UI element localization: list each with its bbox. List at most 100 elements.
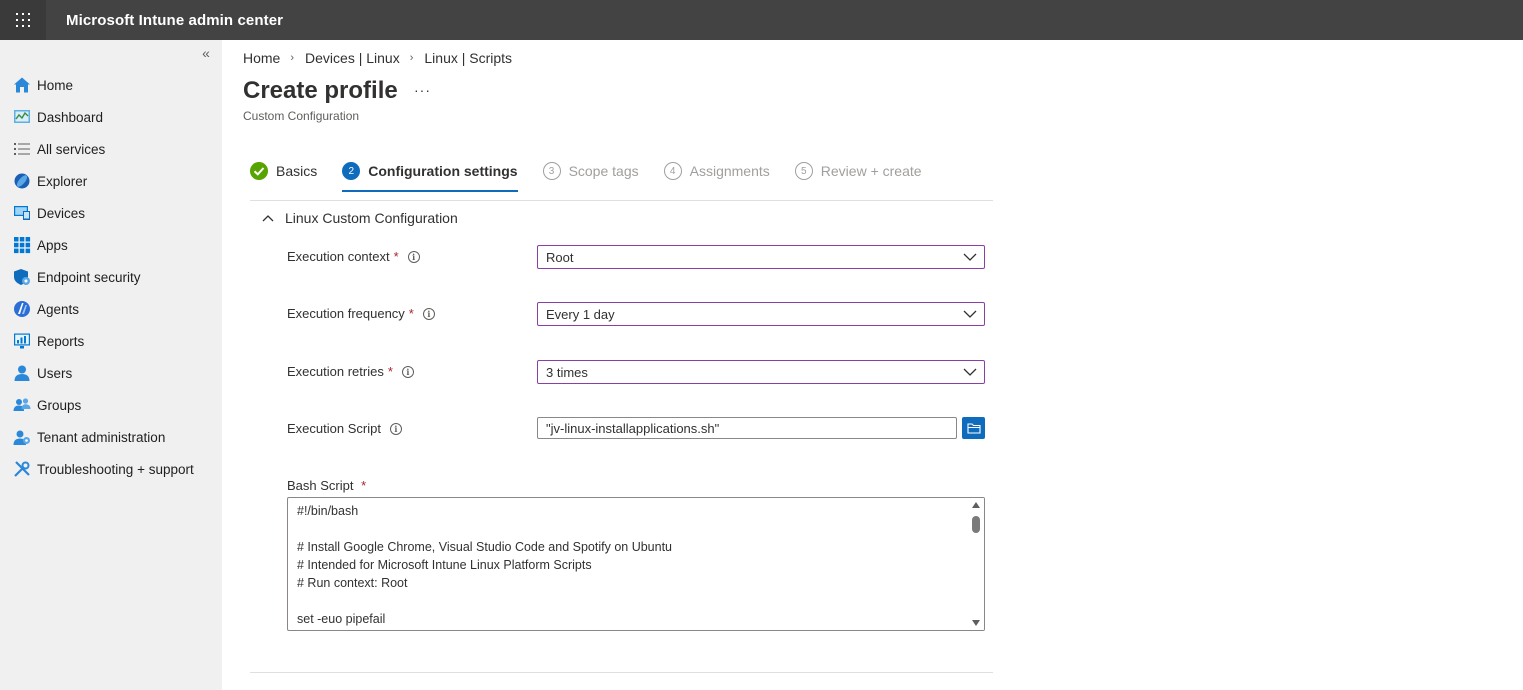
chevron-right-icon: › bbox=[290, 52, 295, 64]
input-value: "jv-linux-installapplications.sh" bbox=[546, 420, 720, 436]
sidebar-item-label: Users bbox=[37, 365, 73, 381]
dropdown-value: Root bbox=[546, 249, 574, 265]
info-icon[interactable]: i bbox=[422, 307, 435, 320]
breadcrumb-home[interactable]: Home bbox=[243, 50, 280, 66]
sidebar-item-apps[interactable]: Apps bbox=[0, 229, 222, 261]
scroll-up-icon[interactable] bbox=[972, 502, 980, 508]
chevron-down-icon bbox=[963, 310, 977, 318]
sidebar-item-label: All services bbox=[37, 141, 106, 157]
tab-basics[interactable]: Basics bbox=[250, 158, 317, 184]
collapse-sidebar-button[interactable]: « bbox=[198, 46, 214, 62]
page-title: Create profile bbox=[243, 77, 398, 104]
section-toggle-linux-custom-configuration[interactable]: Linux Custom Configuration bbox=[262, 210, 458, 226]
bash-script-content[interactable]: #!/bin/bash # Install Google Chrome, Vis… bbox=[297, 502, 672, 628]
field-label-text: Execution retries bbox=[287, 364, 384, 379]
tab-review-create[interactable]: 5 Review + create bbox=[794, 158, 922, 184]
sidebar-item-groups[interactable]: Groups bbox=[0, 389, 222, 421]
tab-configuration-settings[interactable]: 2 Configuration settings bbox=[342, 158, 518, 192]
step-number: 5 bbox=[794, 162, 813, 180]
tab-scope-tags[interactable]: 3 Scope tags bbox=[542, 158, 639, 184]
sidebar-item-home[interactable]: Home bbox=[0, 69, 222, 101]
sidebar-item-tenant-administration[interactable]: Tenant administration bbox=[0, 421, 222, 453]
sidebar-item-label: Endpoint security bbox=[37, 269, 141, 285]
step-number: 4 bbox=[663, 162, 682, 180]
sidebar-item-devices[interactable]: Devices bbox=[0, 197, 222, 229]
step-number: 2 bbox=[342, 162, 361, 180]
breadcrumb: Home › Devices | Linux › Linux | Scripts bbox=[243, 50, 512, 66]
step-label: Scope tags bbox=[568, 163, 639, 179]
required-marker: * bbox=[361, 478, 367, 493]
step-number: 3 bbox=[542, 162, 561, 180]
info-icon[interactable]: i bbox=[407, 250, 420, 263]
sidebar-nav: Home Dashboard All services Explorer Dev… bbox=[0, 69, 222, 485]
main-content: Home › Devices | Linux › Linux | Scripts… bbox=[222, 40, 1523, 690]
execution-retries-dropdown[interactable]: 3 times bbox=[537, 360, 985, 384]
sidebar: « Home Dashboard All services Explorer D… bbox=[0, 40, 222, 690]
list-icon bbox=[12, 139, 32, 159]
sidebar-item-agents[interactable]: Agents bbox=[0, 293, 222, 325]
sidebar-item-label: Agents bbox=[37, 301, 80, 317]
execution-retries-label: Execution retries * i bbox=[287, 364, 414, 379]
dropdown-value: 3 times bbox=[546, 364, 588, 380]
sidebar-item-label: Dashboard bbox=[37, 109, 104, 125]
divider bbox=[250, 672, 993, 673]
groups-icon bbox=[12, 395, 32, 415]
scroll-down-icon[interactable] bbox=[972, 620, 980, 626]
agents-icon bbox=[12, 299, 32, 319]
sidebar-item-all-services[interactable]: All services bbox=[0, 133, 222, 165]
execution-context-dropdown[interactable]: Root bbox=[537, 245, 985, 269]
sidebar-item-label: Devices bbox=[37, 205, 86, 221]
chevron-right-icon: › bbox=[409, 52, 414, 64]
scrollbar-thumb[interactable] bbox=[972, 516, 980, 533]
bash-script-label: Bash Script * bbox=[287, 478, 366, 493]
check-circle-icon bbox=[250, 162, 268, 180]
step-label: Configuration settings bbox=[368, 163, 518, 179]
app-title[interactable]: Microsoft Intune admin center bbox=[66, 12, 283, 29]
sidebar-item-label: Apps bbox=[37, 237, 68, 253]
field-label-text: Execution context bbox=[287, 249, 390, 264]
chevron-up-icon bbox=[262, 215, 274, 222]
step-label: Basics bbox=[276, 163, 318, 179]
sidebar-item-dashboard[interactable]: Dashboard bbox=[0, 101, 222, 133]
breadcrumb-devices-linux[interactable]: Devices | Linux bbox=[305, 50, 400, 66]
apps-icon bbox=[12, 235, 32, 255]
devices-icon bbox=[12, 203, 32, 223]
execution-frequency-dropdown[interactable]: Every 1 day bbox=[537, 302, 985, 326]
section-title: Linux Custom Configuration bbox=[285, 210, 458, 226]
scrollbar[interactable] bbox=[968, 498, 984, 630]
sidebar-item-label: Explorer bbox=[37, 173, 88, 189]
sidebar-item-explorer[interactable]: Explorer bbox=[0, 165, 222, 197]
sidebar-item-users[interactable]: Users bbox=[0, 357, 222, 389]
shield-icon bbox=[12, 267, 32, 287]
user-icon bbox=[12, 363, 32, 383]
field-label-text: Execution Script bbox=[287, 421, 381, 436]
sidebar-item-label: Home bbox=[37, 77, 74, 93]
reports-icon bbox=[12, 331, 32, 351]
sidebar-item-label: Tenant administration bbox=[37, 429, 166, 445]
execution-script-input[interactable]: "jv-linux-installapplications.sh" bbox=[537, 417, 957, 439]
wizard-steps: Basics 2 Configuration settings 3 Scope … bbox=[250, 158, 947, 192]
execution-frequency-label: Execution frequency * i bbox=[287, 306, 435, 321]
step-label: Assignments bbox=[689, 163, 770, 179]
info-icon[interactable]: i bbox=[389, 422, 402, 435]
breadcrumb-linux-scripts[interactable]: Linux | Scripts bbox=[424, 50, 512, 66]
info-icon[interactable]: i bbox=[401, 365, 414, 378]
bash-script-editor[interactable]: #!/bin/bash # Install Google Chrome, Vis… bbox=[287, 497, 985, 631]
chevron-down-icon bbox=[963, 253, 977, 261]
sidebar-item-reports[interactable]: Reports bbox=[0, 325, 222, 357]
execution-script-label: Execution Script i bbox=[287, 421, 402, 436]
top-bar: Microsoft Intune admin center bbox=[0, 0, 1523, 40]
folder-icon bbox=[966, 423, 981, 434]
required-marker: * bbox=[408, 306, 414, 321]
tab-assignments[interactable]: 4 Assignments bbox=[663, 158, 770, 184]
field-label-text: Bash Script bbox=[287, 478, 354, 493]
more-options-button[interactable]: ··· bbox=[414, 82, 431, 98]
tenant-admin-icon bbox=[12, 427, 32, 447]
sidebar-item-endpoint-security[interactable]: Endpoint security bbox=[0, 261, 222, 293]
step-label: Review + create bbox=[820, 163, 922, 179]
browse-file-button[interactable] bbox=[962, 417, 985, 439]
sidebar-item-troubleshooting-support[interactable]: Troubleshooting + support bbox=[0, 453, 222, 485]
app-launcher-button[interactable] bbox=[0, 0, 46, 40]
required-marker: * bbox=[393, 249, 399, 264]
divider bbox=[250, 200, 993, 201]
